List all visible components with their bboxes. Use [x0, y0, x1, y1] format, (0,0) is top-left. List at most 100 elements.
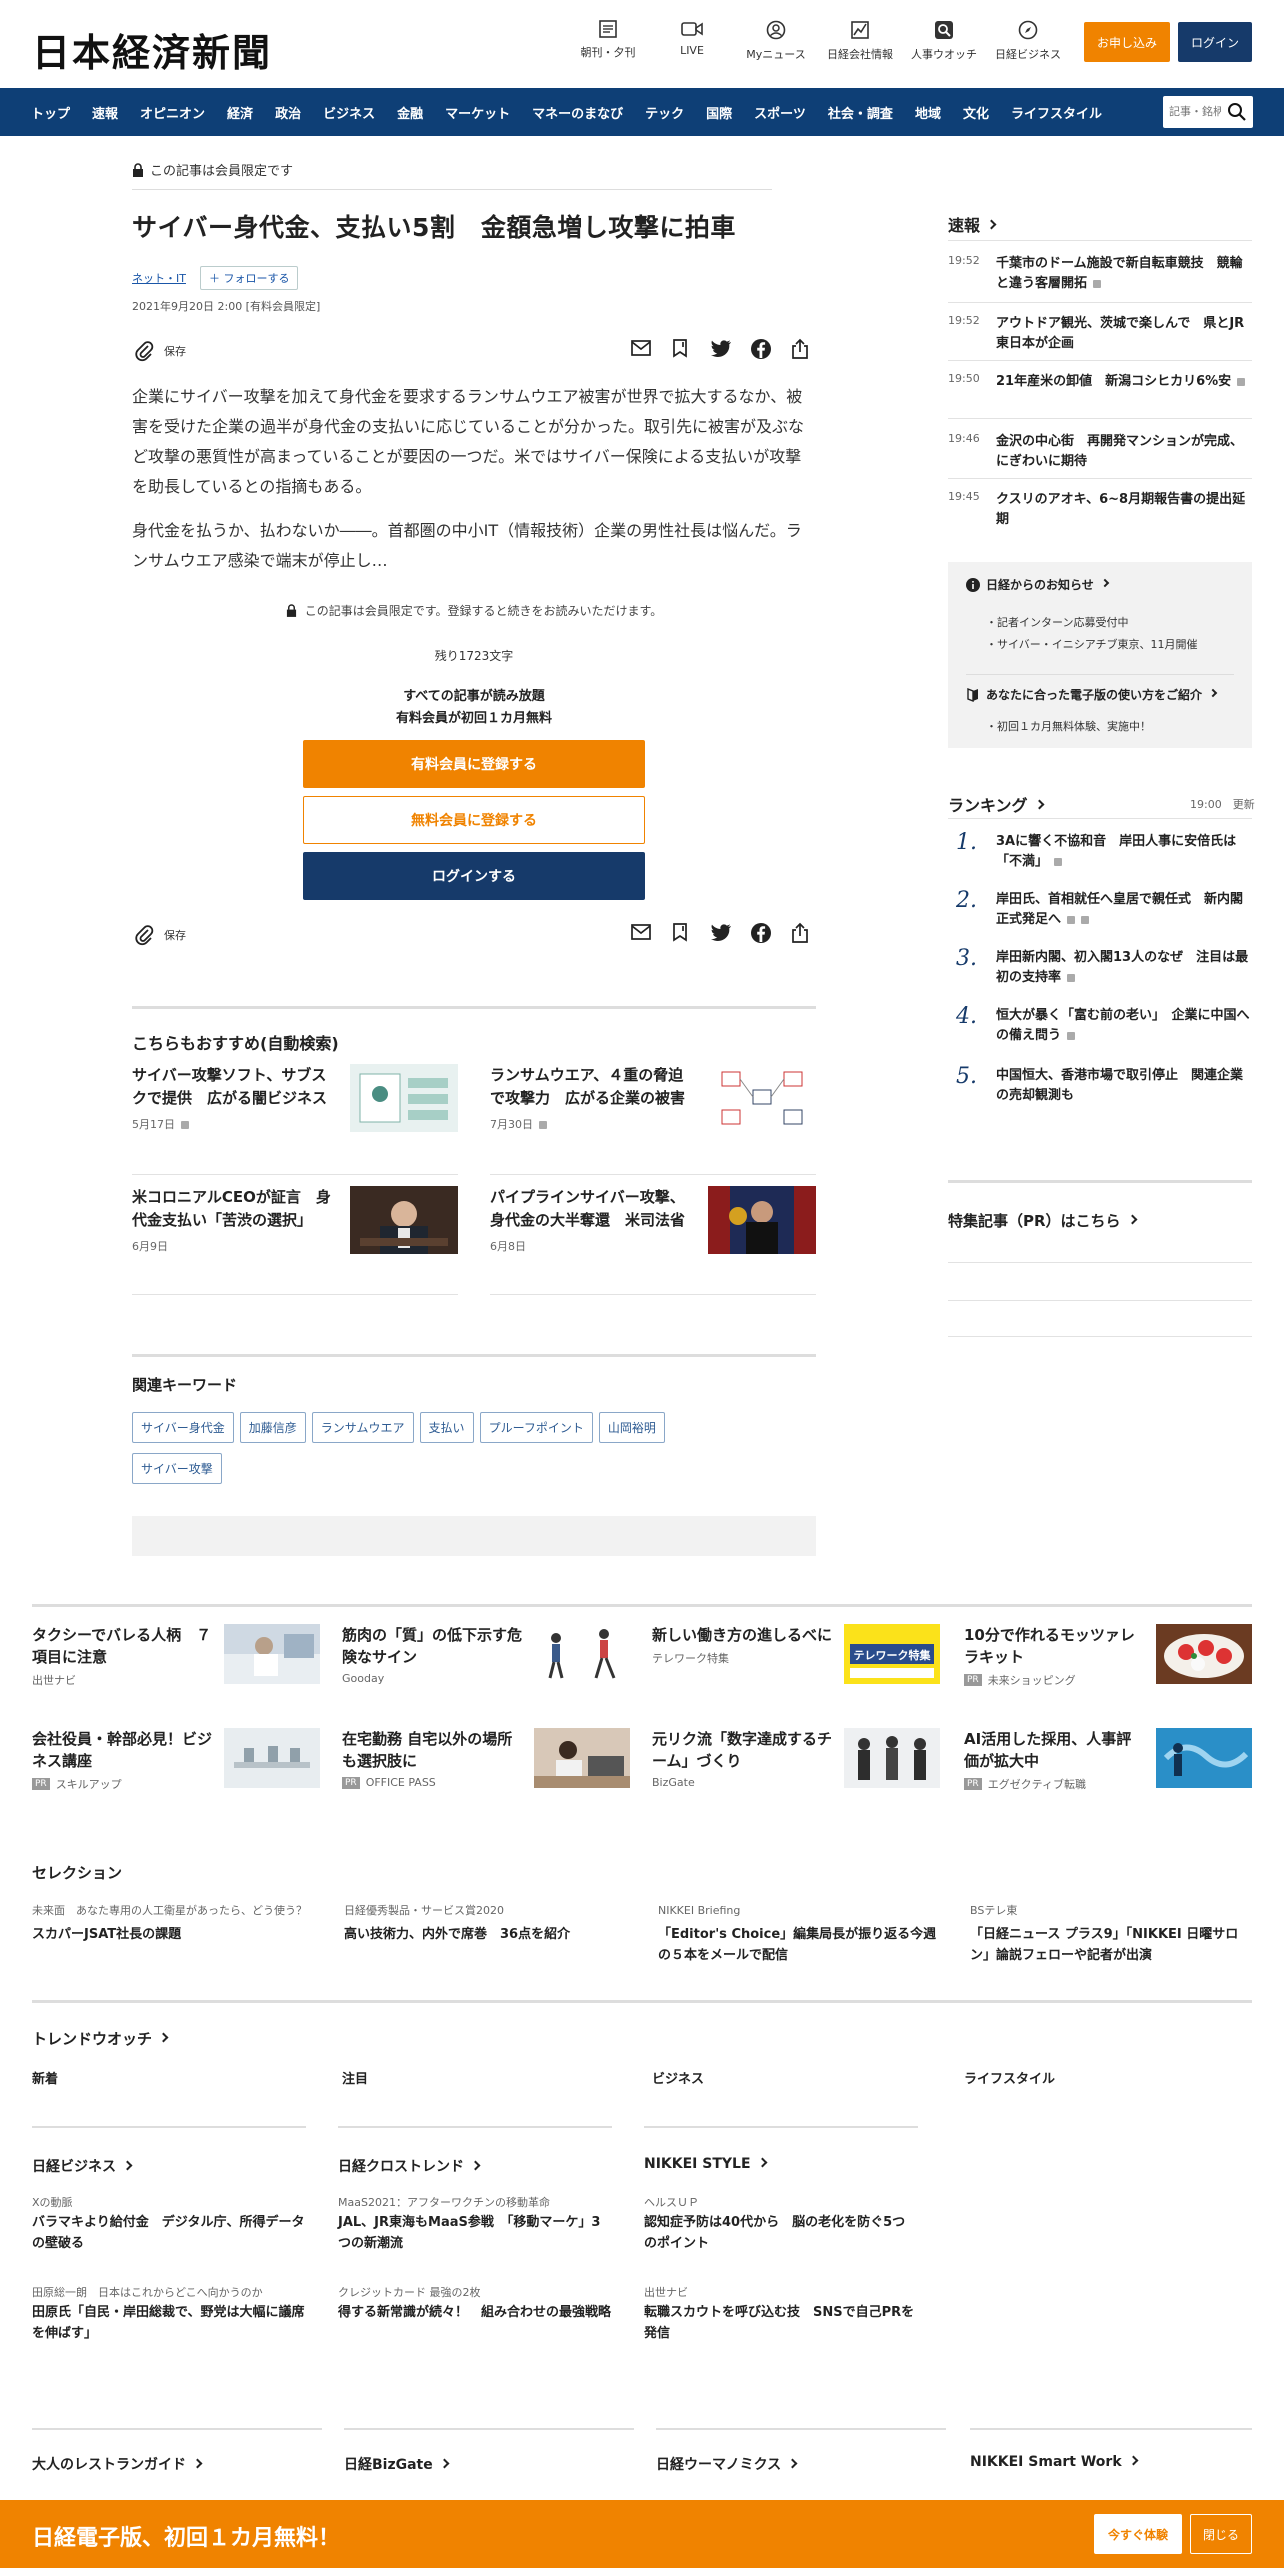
- promo-item[interactable]: タクシーでバレる人柄 ７項目に注意 出世ナビ: [32, 1624, 320, 1688]
- nikkei-business-link[interactable]: 日経ビジネス: [988, 20, 1068, 62]
- notice-title[interactable]: 日経からのお知らせ: [966, 576, 1110, 593]
- keyword-tag[interactable]: 支払い: [419, 1412, 474, 1443]
- nav-item[interactable]: オピニオン: [129, 103, 216, 122]
- article-date: 2021年9月20日 2:00 [有料会員限定]: [132, 300, 321, 313]
- company-info-link[interactable]: 日経会社情報: [820, 20, 900, 62]
- brand-bizgate[interactable]: 日経BizGate: [344, 2454, 450, 2474]
- facebook-icon[interactable]: [750, 922, 776, 946]
- keyword-tag[interactable]: プルーフポイント: [479, 1412, 593, 1443]
- nav-item[interactable]: 速報: [81, 103, 129, 122]
- free-register-button[interactable]: 無料会員に登録する: [303, 796, 645, 844]
- pr-feature-title[interactable]: 特集記事（PR）はこちら: [948, 1210, 1137, 1231]
- login-article-button[interactable]: ログインする: [303, 852, 645, 900]
- trend-tab-lifestyle[interactable]: ライフスタイル: [964, 2068, 1055, 2087]
- nav-item[interactable]: 金融: [386, 103, 434, 122]
- follow-button[interactable]: ＋ フォローする: [199, 266, 299, 290]
- trend-tab-business[interactable]: ビジネス: [652, 2068, 704, 2087]
- brand-smart-work[interactable]: NIKKEI Smart Work: [970, 2454, 1139, 2470]
- login-button[interactable]: ログイン: [1178, 22, 1252, 62]
- brand-article[interactable]: Xの動脈 バラマキより給付金 デジタル庁、所得データの壁破る: [32, 2194, 306, 2254]
- promo-item[interactable]: 会社役員・幹部必見！ビジネス講座 PR スキルアップ: [32, 1728, 320, 1792]
- nav-item[interactable]: 文化: [952, 103, 1000, 122]
- brand-headline: 得する新常識が続々！ 組み合わせの最強戦略: [338, 2305, 612, 2320]
- nav-item[interactable]: マーケット: [434, 103, 521, 122]
- trend-title[interactable]: トレンドウオッチ: [32, 2028, 169, 2049]
- nav-item[interactable]: スポーツ: [743, 103, 817, 122]
- search-icon[interactable]: [1227, 102, 1247, 122]
- nav-item[interactable]: 地域: [904, 103, 952, 122]
- brand-womenomics[interactable]: 日経ウーマノミクス: [656, 2454, 798, 2474]
- keyword-tag[interactable]: ランサムウエア: [311, 1412, 414, 1443]
- trend-tab-new[interactable]: 新着: [32, 2068, 58, 2087]
- subscribe-button[interactable]: お申し込み: [1084, 22, 1170, 62]
- try-now-button[interactable]: 今すぐ体験: [1094, 2514, 1182, 2554]
- trend-tab-featured[interactable]: 注目: [342, 2068, 368, 2087]
- mail-icon[interactable]: [630, 338, 656, 362]
- selection-item[interactable]: NIKKEI Briefing 「Editor's Choice」編集局長が振り…: [658, 1902, 938, 1966]
- topic-link[interactable]: ネット・IT: [132, 270, 186, 286]
- brand-article[interactable]: 出世ナビ 転職スカウトを呼び込む技 SNSで自己PRを発信: [644, 2284, 918, 2344]
- close-banner-button[interactable]: 閉じる: [1190, 2514, 1252, 2554]
- twitter-icon[interactable]: [710, 922, 736, 946]
- guide-title[interactable]: あなたに合った電子版の使い方をご紹介: [966, 686, 1218, 703]
- paid-register-button[interactable]: 有料会員に登録する: [303, 740, 645, 788]
- selection-item[interactable]: 未来面 あなた専用の人工衛星があったら、どう使う？ スカパーJSAT社長の課題: [32, 1902, 312, 1945]
- video-icon: [1067, 915, 1076, 924]
- edition-link[interactable]: 朝刊・夕刊: [568, 20, 648, 60]
- promo-item[interactable]: 新しい働き方の進しるべに テレワーク特集 テレワーク特集: [652, 1624, 940, 1684]
- promo-item[interactable]: AI活用した採用、人事評価が拡大中 PR エグゼクティブ転職: [964, 1728, 1252, 1792]
- keyword-tag[interactable]: 山岡裕明: [598, 1412, 665, 1443]
- brand-cross-trend[interactable]: 日経クロストレンド: [338, 2156, 481, 2176]
- search-input[interactable]: [1169, 103, 1221, 121]
- nav-item[interactable]: 政治: [264, 103, 312, 122]
- notice-item[interactable]: ・記者インターン応募受付中: [986, 612, 1236, 634]
- notice-item[interactable]: ・サイバー・イニシアチブ東京、11月開催: [986, 634, 1236, 656]
- selection-item[interactable]: BSテレ東 「日経ニュース プラス9」「NIKKEI 日曜サロン」論説フェローや…: [970, 1902, 1250, 1966]
- bookmark-icon[interactable]: [670, 922, 696, 946]
- nav-item[interactable]: トップ: [20, 103, 81, 122]
- nav-item[interactable]: ライフスタイル: [1000, 103, 1113, 122]
- brand-article[interactable]: クレジットカード 最強の2枚 得する新常識が続々！ 組み合わせの最強戦略: [338, 2284, 612, 2323]
- brand-restaurant-guide[interactable]: 大人のレストランガイド: [32, 2454, 203, 2474]
- mynews-link[interactable]: Myニュース: [736, 20, 816, 62]
- promo-item[interactable]: 元リク流「数字達成するチーム」づくり BizGate: [652, 1728, 940, 1789]
- bookmark-icon[interactable]: [670, 338, 696, 362]
- brand-nikkei-business[interactable]: 日経ビジネス: [32, 2156, 133, 2176]
- personnel-watch-link[interactable]: 人事ウオッチ: [904, 20, 984, 62]
- nav-item[interactable]: 経済: [216, 103, 264, 122]
- recommend-item[interactable]: ランサムウエア、４重の脅迫で攻撃力 広がる企業の被害 7月30日: [490, 1064, 816, 1132]
- twitter-icon[interactable]: [710, 338, 736, 362]
- share-icon[interactable]: [790, 922, 816, 946]
- nav-item[interactable]: テック: [634, 103, 695, 122]
- keyword-tag[interactable]: サイバー身代金: [132, 1412, 234, 1443]
- promo-item[interactable]: 在宅勤務 自宅以外の場所も選択肢に PR OFFICE PASS: [342, 1728, 630, 1789]
- recommend-item[interactable]: パイプラインサイバー攻撃、身代金の大半奪還 米司法省 6月8日: [490, 1186, 816, 1254]
- ranking-title[interactable]: ランキング: [948, 792, 1044, 816]
- guide-item[interactable]: ・初回１カ月無料体験、実施中！: [986, 718, 1151, 734]
- save-button[interactable]: 保存: [134, 924, 186, 946]
- brand-article[interactable]: ヘルスＵＰ 認知症予防は40代から 脳の老化を防ぐ5つのポイント: [644, 2194, 918, 2254]
- nav-item[interactable]: マネーのまなび: [521, 103, 634, 122]
- brand-article[interactable]: MaaS2021：アフターワクチンの移動革命 JAL、JR東海もMaaS参戦 「…: [338, 2194, 612, 2254]
- nav-item[interactable]: 社会・調査: [817, 103, 904, 122]
- pr-badge: PR: [32, 1778, 50, 1790]
- live-link[interactable]: LIVE: [652, 20, 732, 57]
- promo-item[interactable]: 筋肉の「質」の低下示す危険なサイン Gooday: [342, 1624, 630, 1685]
- brand-article[interactable]: 田原総一朗 日本はこれからどこへ向かうのか 田原氏「自民・岸田総裁で、野党は大幅…: [32, 2284, 306, 2344]
- keyword-tag[interactable]: サイバー攻撃: [132, 1453, 222, 1484]
- mail-icon[interactable]: [630, 922, 656, 946]
- notice-box: 日経からのお知らせ ・記者インターン応募受付中 ・サイバー・イニシアチブ東京、1…: [948, 562, 1252, 748]
- selection-item[interactable]: 日経優秀製品・サービス賞2020 高い技術力、内外で席巻 36点を紹介: [344, 1902, 624, 1945]
- brand-nikkei-style[interactable]: NIKKEI STYLE: [644, 2156, 767, 2172]
- nikkei-logo[interactable]: 日本経済新聞: [32, 22, 272, 77]
- recommend-item[interactable]: サイバー攻撃ソフト、サブスクで提供 広がる闇ビジネス 5月17日: [132, 1064, 458, 1132]
- nav-item[interactable]: 国際: [695, 103, 743, 122]
- share-icon[interactable]: [790, 338, 816, 362]
- facebook-icon[interactable]: [750, 338, 776, 362]
- recommend-item[interactable]: 米コロニアルCEOが証言 身代金支払い「苦渋の選択」 6月9日: [132, 1186, 458, 1254]
- nav-item[interactable]: ビジネス: [312, 103, 386, 122]
- breaking-news-title[interactable]: 速報: [948, 212, 997, 236]
- save-button[interactable]: 保存: [134, 340, 186, 362]
- keyword-tag[interactable]: 加藤信彦: [239, 1412, 306, 1443]
- promo-item[interactable]: 10分で作れるモッツァレラキット PR 未来ショッピング: [964, 1624, 1252, 1688]
